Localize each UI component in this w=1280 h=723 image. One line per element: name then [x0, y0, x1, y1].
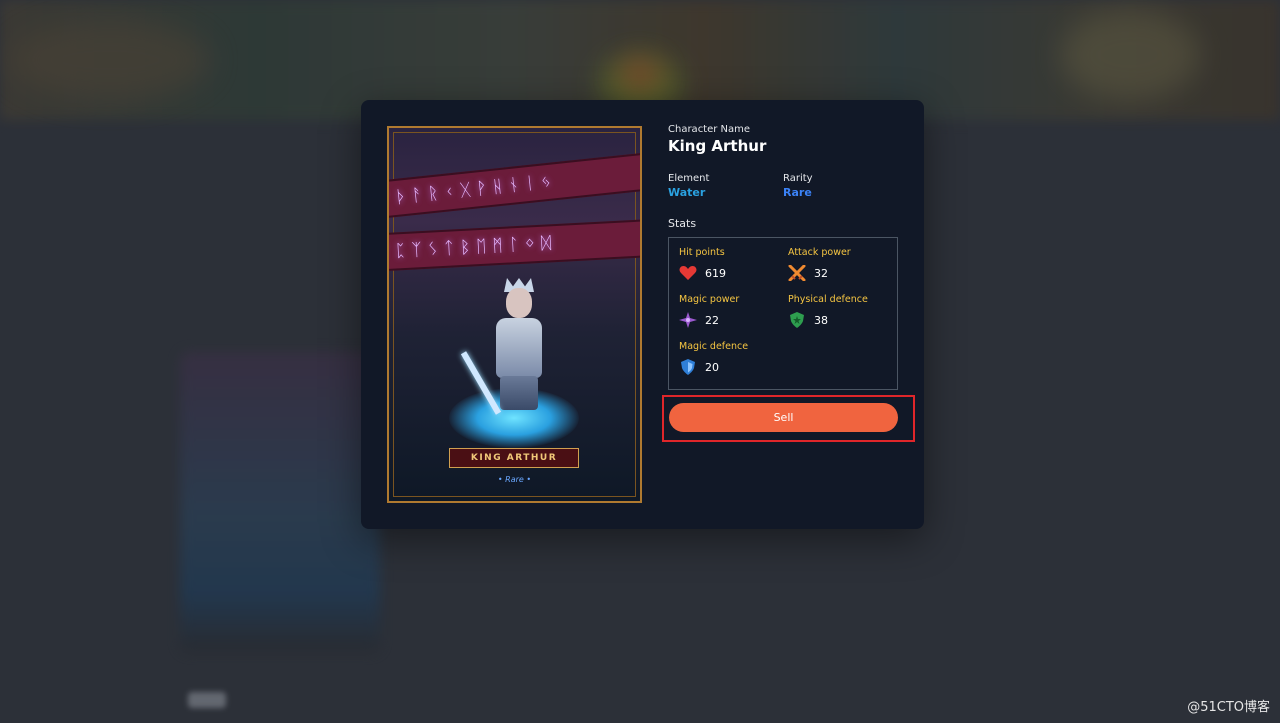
- stat-hit-points: Hit points 619: [679, 247, 784, 281]
- element-group: Element Water: [668, 173, 709, 199]
- crossed-swords-icon: [788, 264, 806, 282]
- rarity-label: Rarity: [783, 173, 813, 184]
- stat-value: 22: [705, 313, 719, 327]
- background-decor: [1060, 10, 1200, 100]
- stat-value: 38: [814, 313, 828, 327]
- stat-attack-power: Attack power 32: [788, 247, 893, 282]
- watermark: @51CTO博客: [1187, 700, 1270, 715]
- sell-button-highlight-box: [662, 395, 915, 442]
- blue-shield-icon: [679, 359, 697, 375]
- stats-panel: Hit points 619 Attack power 32 Magic pow…: [668, 237, 898, 390]
- element-value: Water: [668, 186, 706, 199]
- stat-label: Physical defence: [788, 294, 868, 305]
- stat-label: Attack power: [788, 247, 851, 258]
- character-detail-modal: ᚠᚦᚨᚱᚲᚷᚹᚺᚾᛁᛃ ᛇᛈᛉᛊᛏᛒᛖᛗᛚᛜᛞ KING ARTHUR • Ra…: [361, 100, 924, 529]
- background-decor: [620, 60, 660, 90]
- character-info: Character Name King Arthur Element Water…: [668, 124, 900, 230]
- background-badge: [188, 692, 226, 708]
- heart-icon: [679, 265, 697, 281]
- knight-legs: [500, 376, 538, 410]
- background-character-card: [180, 352, 380, 652]
- stat-label: Magic defence: [679, 341, 749, 352]
- knight-figure: [460, 278, 554, 418]
- card-rarity-label: • Rare •: [497, 475, 532, 484]
- green-shield-icon: [788, 312, 806, 328]
- attribute-row: Element Water Rarity Rare: [668, 173, 900, 203]
- stat-label: Magic power: [679, 294, 740, 305]
- stat-value: 20: [705, 360, 719, 374]
- character-card-image: ᚠᚦᚨᚱᚲᚷᚹᚺᚾᛁᛃ ᛇᛈᛉᛊᛏᛒᛖᛗᛚᛜᛞ KING ARTHUR • Ra…: [387, 126, 642, 503]
- stat-label: Hit points: [679, 247, 725, 258]
- background-decor: [10, 20, 210, 100]
- character-name: King Arthur: [668, 137, 767, 155]
- stat-physical-defence: Physical defence 38: [788, 294, 893, 328]
- knight-armor: [496, 318, 542, 378]
- character-name-label: Character Name: [668, 124, 751, 135]
- stat-value: 619: [705, 266, 726, 280]
- knight-head: [506, 288, 532, 318]
- element-label: Element: [668, 173, 710, 184]
- card-nameplate: KING ARTHUR: [449, 448, 579, 468]
- rarity-value: Rare: [783, 186, 812, 199]
- stat-magic-power: Magic power 22: [679, 294, 784, 328]
- stat-magic-defence: Magic defence 20: [679, 341, 784, 375]
- stats-title: Stats: [668, 217, 697, 230]
- stat-value: 32: [814, 266, 828, 280]
- magic-star-icon: [679, 312, 697, 328]
- rarity-group: Rarity Rare: [783, 173, 813, 199]
